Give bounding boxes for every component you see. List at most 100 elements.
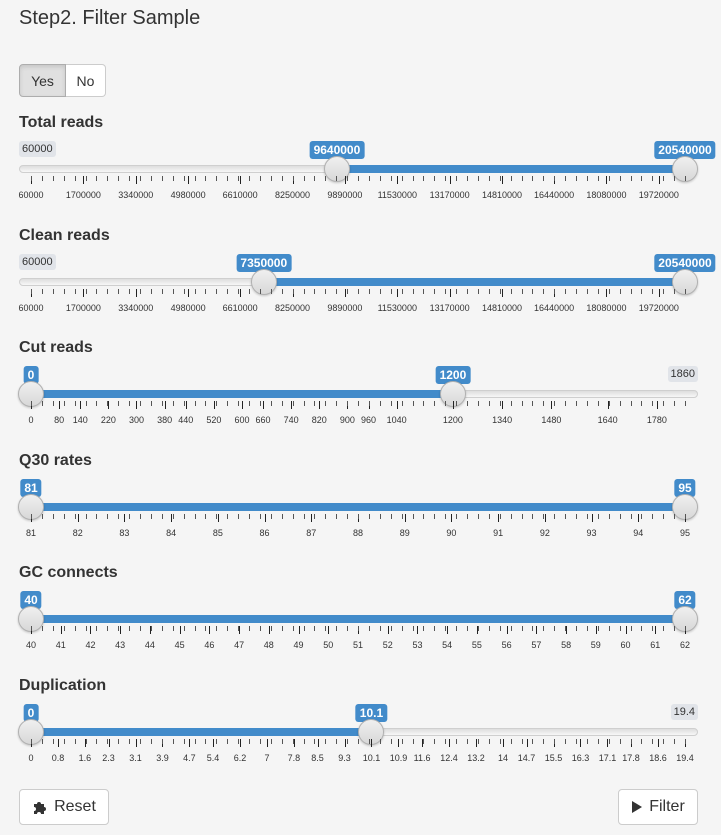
minor-tick bbox=[259, 289, 261, 294]
major-tick bbox=[188, 176, 190, 184]
puzzle-icon bbox=[32, 799, 48, 815]
tick-label: 440 bbox=[178, 415, 194, 425]
minor-tick bbox=[270, 739, 272, 744]
minor-tick bbox=[96, 739, 98, 744]
minor-tick bbox=[303, 176, 305, 181]
minor-tick bbox=[685, 176, 686, 181]
major-tick bbox=[266, 739, 268, 747]
minor-tick bbox=[576, 176, 577, 181]
major-tick bbox=[658, 176, 660, 184]
minor-tick bbox=[63, 514, 65, 519]
major-tick bbox=[120, 626, 122, 634]
major-tick bbox=[179, 626, 181, 634]
minor-tick bbox=[216, 289, 218, 294]
minor-tick bbox=[488, 289, 490, 294]
tick-label: 600 bbox=[234, 415, 250, 425]
major-tick bbox=[328, 626, 330, 634]
minor-tick bbox=[129, 289, 131, 294]
minor-tick bbox=[641, 514, 643, 519]
minor-tick bbox=[652, 739, 654, 744]
major-tick bbox=[658, 289, 660, 297]
minor-tick bbox=[521, 176, 523, 181]
tick-label: 87 bbox=[306, 528, 317, 538]
minor-tick bbox=[488, 176, 490, 181]
tick-label: 49 bbox=[293, 640, 304, 650]
tick-label: 62 bbox=[679, 640, 691, 650]
minor-tick bbox=[445, 401, 447, 406]
minor-tick bbox=[216, 626, 218, 631]
filter-button[interactable]: Filter bbox=[618, 789, 698, 825]
minor-tick bbox=[379, 176, 381, 181]
minor-tick bbox=[477, 289, 479, 294]
tick-label: 60 bbox=[620, 640, 631, 650]
tick-label: 6610000 bbox=[222, 190, 258, 200]
slider-max-label: 1860 bbox=[667, 366, 698, 382]
tick-label: 40 bbox=[25, 640, 37, 650]
minor-tick bbox=[663, 176, 665, 181]
no-toggle-button[interactable]: No bbox=[66, 64, 106, 97]
major-tick bbox=[502, 739, 504, 747]
minor-tick bbox=[434, 626, 436, 631]
minor-tick bbox=[597, 514, 599, 519]
minor-tick bbox=[216, 401, 218, 406]
minor-tick bbox=[292, 289, 294, 294]
minor-tick bbox=[674, 176, 676, 181]
minor-tick bbox=[107, 289, 109, 294]
major-tick bbox=[449, 176, 451, 184]
minor-tick bbox=[521, 739, 523, 744]
minor-tick bbox=[347, 626, 349, 631]
minor-tick bbox=[586, 626, 588, 631]
minor-tick bbox=[150, 289, 152, 294]
minor-tick bbox=[510, 289, 512, 294]
minor-tick bbox=[63, 289, 65, 294]
minor-tick bbox=[347, 401, 349, 406]
minor-tick bbox=[41, 289, 43, 294]
major-tick bbox=[451, 514, 453, 522]
minor-tick bbox=[74, 176, 76, 181]
minor-tick bbox=[172, 176, 174, 181]
minor-tick bbox=[227, 401, 229, 406]
yes-toggle-button[interactable]: Yes bbox=[19, 64, 66, 97]
major-tick bbox=[656, 401, 658, 409]
tick-label: 380 bbox=[157, 415, 173, 425]
minor-tick bbox=[477, 514, 479, 519]
tick-label: 85 bbox=[212, 528, 223, 538]
slider-gc-connects: GC connects 40 62 40 41 42 43 44 45 46 47 48 49 50 51 5… bbox=[0, 564, 721, 664]
major-tick bbox=[263, 401, 265, 409]
slider-total-reads: Total reads 60000 9640000 20540000 60000 1700… bbox=[0, 114, 721, 214]
minor-tick bbox=[336, 401, 338, 406]
minor-tick bbox=[521, 289, 523, 294]
minor-tick bbox=[597, 739, 599, 744]
tick-label: 8.5 bbox=[311, 753, 324, 763]
tick-label: 19720000 bbox=[638, 303, 679, 313]
minor-tick bbox=[608, 401, 610, 406]
tick-label: 93 bbox=[586, 528, 597, 538]
tick-label: 58 bbox=[561, 640, 572, 650]
minor-tick bbox=[543, 514, 545, 519]
minor-tick bbox=[543, 289, 545, 294]
minor-tick bbox=[336, 289, 338, 294]
minor-tick bbox=[358, 514, 359, 519]
reset-button[interactable]: Reset bbox=[19, 789, 109, 825]
minor-tick bbox=[161, 176, 163, 181]
minor-tick bbox=[576, 739, 577, 744]
page-title: Step2. Filter Sample bbox=[19, 7, 201, 29]
tick-label: 820 bbox=[311, 415, 327, 425]
minor-tick bbox=[652, 626, 654, 631]
major-tick bbox=[371, 739, 373, 747]
tick-label: 16440000 bbox=[534, 190, 575, 200]
major-tick bbox=[240, 176, 242, 184]
minor-tick bbox=[477, 401, 479, 406]
major-tick bbox=[264, 514, 266, 522]
minor-tick bbox=[521, 626, 523, 631]
minor-tick bbox=[227, 514, 229, 519]
minor-tick bbox=[259, 626, 261, 631]
slider-label: Total reads bbox=[19, 114, 104, 131]
minor-tick bbox=[227, 739, 229, 744]
minor-tick bbox=[150, 176, 152, 181]
tick-label: 15.5 bbox=[544, 753, 563, 763]
minor-tick bbox=[85, 626, 87, 631]
minor-tick bbox=[565, 739, 567, 744]
minor-tick bbox=[379, 514, 381, 519]
minor-tick bbox=[96, 401, 98, 406]
